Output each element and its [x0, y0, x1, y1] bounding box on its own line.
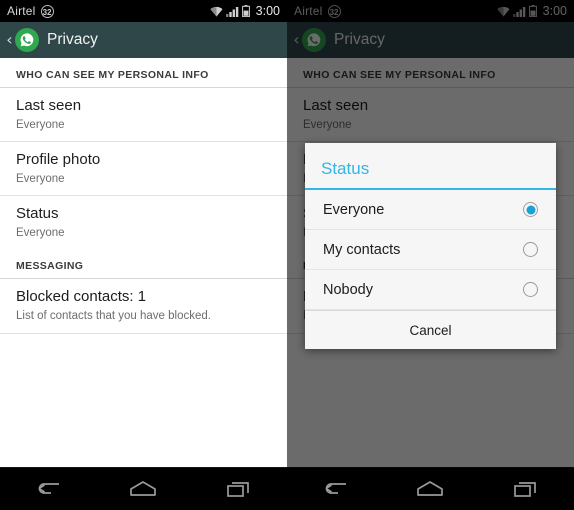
dialog-option-label: Nobody	[323, 281, 373, 298]
home-icon[interactable]	[120, 471, 166, 507]
status-bar: Airtel 32 3:00	[0, 0, 287, 22]
battery-icon	[241, 5, 250, 17]
section-header-personal-info: WHO CAN SEE MY PERSONAL INFO	[0, 58, 287, 88]
page-title: Privacy	[47, 31, 98, 48]
radio-button-my-contacts[interactable]	[523, 242, 538, 257]
dual-screenshot-comparison: Airtel 32 3:00 ‹ Privacy WHO CAN SEE MY …	[0, 0, 574, 510]
system-navigation-bar	[0, 467, 287, 510]
phone-screen-right: Airtel 32 3:00 ‹	[287, 0, 574, 510]
cancel-button-label: Cancel	[409, 322, 452, 338]
clock-label: 3:00	[255, 4, 280, 18]
back-icon[interactable]	[312, 471, 358, 507]
list-item-title: Last seen	[16, 97, 82, 114]
up-navigation-caret-icon[interactable]: ‹	[4, 32, 15, 48]
action-bar: ‹ Privacy	[0, 22, 287, 58]
dialog-option-label: Everyone	[323, 201, 385, 218]
list-item-title: Blocked contacts: 1	[16, 288, 147, 306]
status-bar-left: Airtel 32	[7, 4, 54, 18]
section-header-messaging: MESSAGING	[0, 249, 287, 280]
dialog-option-everyone[interactable]: Everyone	[305, 190, 556, 230]
dialog-option-nobody[interactable]: Nobody	[305, 270, 556, 310]
list-item-subtitle: List of contacts that you have blocked.	[16, 310, 211, 323]
list-item-subtitle: Everyone	[16, 172, 65, 185]
phone-screen-left: Airtel 32 3:00 ‹ Privacy WHO CAN SEE MY …	[0, 0, 287, 510]
cancel-button[interactable]: Cancel	[305, 310, 556, 349]
status-privacy-dialog: Status Everyone My contacts Nobody Cance…	[305, 143, 556, 349]
dialog-option-my-contacts[interactable]: My contacts	[305, 230, 556, 270]
recent-apps-icon[interactable]	[216, 471, 262, 507]
list-item-title: Profile photo	[16, 151, 101, 169]
radio-button-nobody[interactable]	[523, 282, 538, 297]
back-icon[interactable]	[25, 471, 71, 507]
recent-apps-icon[interactable]	[503, 471, 549, 507]
dialog-title: Status	[321, 159, 370, 178]
carrier-label: Airtel	[7, 4, 36, 18]
list-item-subtitle: Everyone	[16, 118, 65, 131]
home-icon[interactable]	[407, 471, 453, 507]
carrier-badge: 32	[40, 4, 54, 18]
radio-button-everyone[interactable]	[523, 202, 538, 217]
list-item-status[interactable]: Status Everyone	[0, 196, 287, 249]
system-navigation-bar	[287, 467, 574, 510]
list-item-title: Status	[16, 205, 59, 223]
signal-bars-icon	[225, 6, 239, 17]
dialog-option-label: My contacts	[323, 241, 401, 258]
list-item-last-seen[interactable]: Last seen Everyone	[0, 88, 287, 143]
wifi-icon	[210, 6, 223, 17]
list-item-blocked-contacts[interactable]: Blocked contacts: 1 List of contacts tha…	[0, 279, 287, 334]
whatsapp-logo-icon[interactable]	[15, 28, 39, 52]
list-item-profile-photo[interactable]: Profile photo Everyone	[0, 142, 287, 197]
dialog-title-bar: Status	[305, 143, 556, 190]
dialog-option-list: Everyone My contacts Nobody	[305, 190, 556, 310]
settings-list: WHO CAN SEE MY PERSONAL INFO Last seen E…	[0, 58, 287, 468]
list-item-subtitle: Everyone	[16, 227, 65, 239]
status-bar-right: 3:00	[210, 4, 280, 18]
